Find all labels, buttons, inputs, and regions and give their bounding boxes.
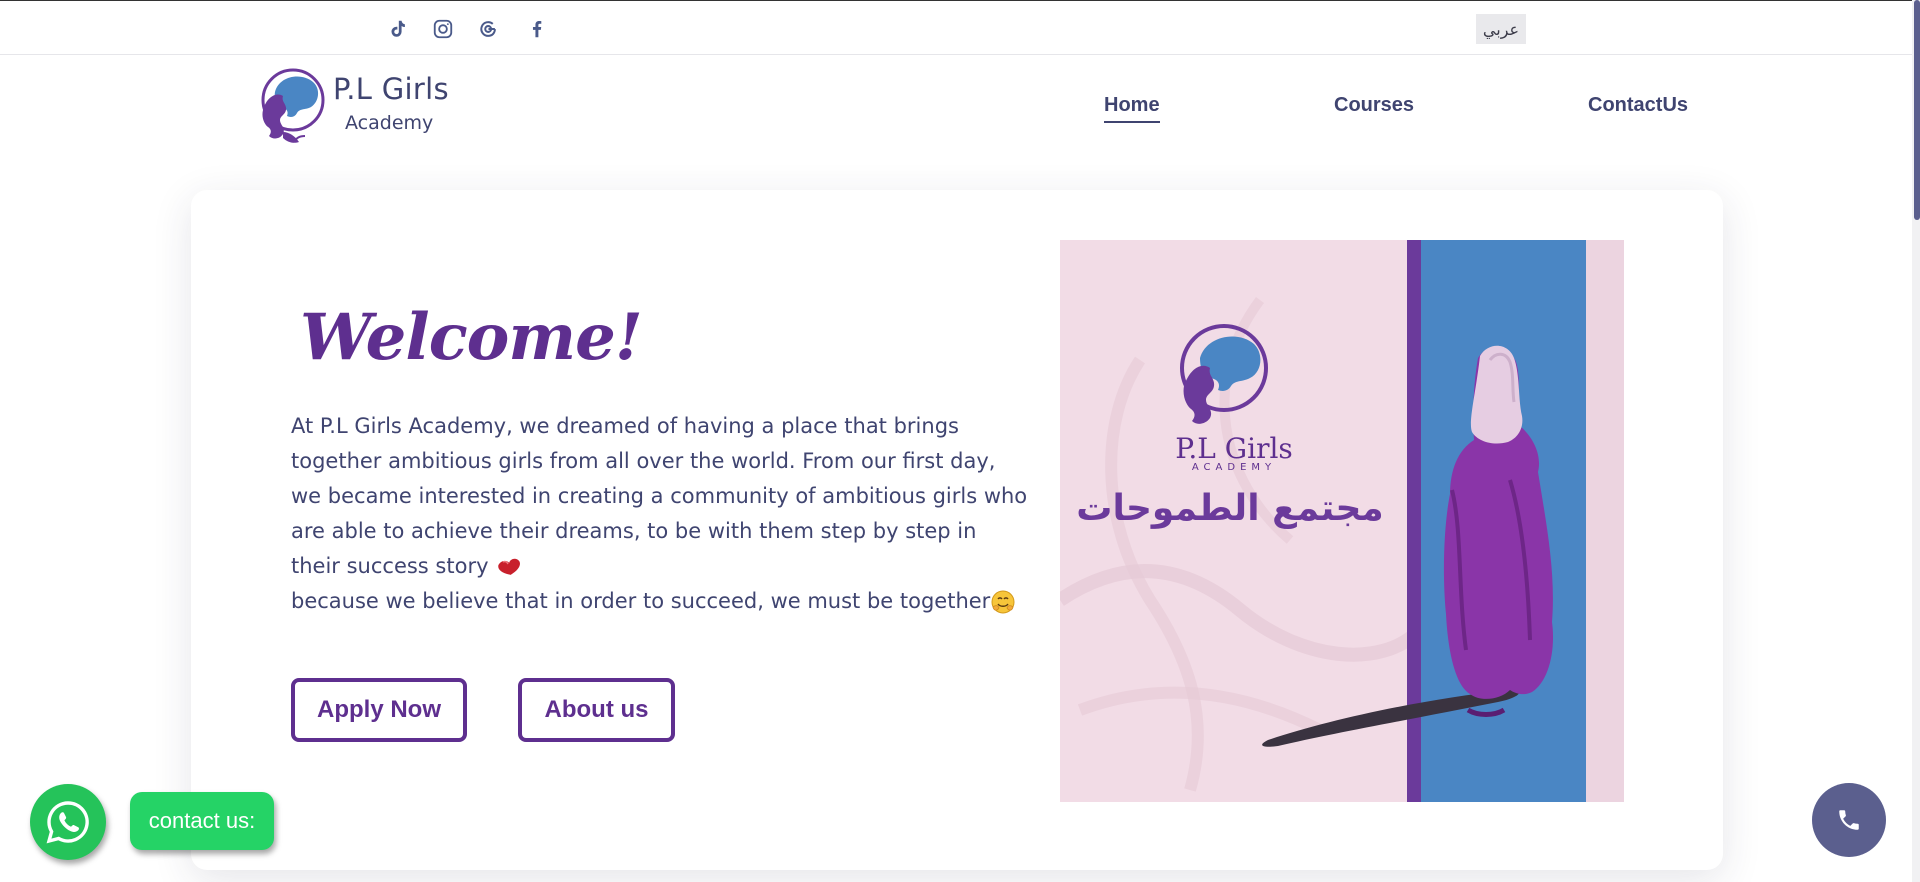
brand-name: P.L Girls <box>333 72 449 106</box>
facebook-icon[interactable] <box>523 15 551 43</box>
hero-intro-text: At P.L Girls Academy, we dreamed of havi… <box>291 409 1031 619</box>
nav-contactus-link[interactable]: ContactUs <box>1588 94 1688 117</box>
hero-image: P.L Girls ACADEMY مجتمع الطموحات <box>1060 240 1624 802</box>
image-arabic-title: مجتمع الطموحات <box>1076 488 1383 529</box>
nav-courses-link[interactable]: Courses <box>1334 94 1414 117</box>
intro-paragraph-1-text: At P.L Girls Academy, we dreamed of havi… <box>291 414 1028 578</box>
language-toggle-button[interactable]: عربي <box>1476 14 1526 44</box>
intro-paragraph-2: because we believe that in order to succ… <box>291 584 1031 619</box>
brand-subtitle: Academy <box>345 112 434 134</box>
academy-logo-icon <box>261 68 325 143</box>
brand-text: P.L Girls Academy <box>333 72 449 134</box>
image-brand-sub: ACADEMY <box>1192 462 1276 473</box>
contact-us-label[interactable]: contact us: <box>130 792 274 850</box>
heart-emoji-icon <box>498 558 521 575</box>
whatsapp-button[interactable] <box>30 784 106 860</box>
hero-illustration: P.L Girls ACADEMY مجتمع الطموحات <box>1060 240 1624 802</box>
phone-call-button[interactable] <box>1812 783 1886 857</box>
image-brand-line: P.L Girls <box>1175 432 1293 465</box>
intro-paragraph-2-text: because we believe that in order to succ… <box>291 589 991 613</box>
page-scrollbar-thumb[interactable] <box>1914 0 1920 220</box>
apply-now-button[interactable]: Apply Now <box>291 678 467 742</box>
about-us-button[interactable]: About us <box>518 678 675 742</box>
site-logo-link[interactable]: P.L Girls Academy <box>253 62 449 148</box>
instagram-icon[interactable] <box>429 15 457 43</box>
tiktok-icon[interactable] <box>383 15 411 43</box>
welcome-heading: Welcome! <box>300 300 643 375</box>
intro-paragraph-1: At P.L Girls Academy, we dreamed of havi… <box>291 409 1031 584</box>
phone-icon <box>1839 810 1859 830</box>
nav-home-link[interactable]: Home <box>1104 94 1160 123</box>
top-bar: عربي <box>0 0 1920 55</box>
whatsapp-icon <box>46 801 89 844</box>
hugging-face-emoji-icon <box>991 590 1015 614</box>
google-icon[interactable] <box>474 15 502 43</box>
